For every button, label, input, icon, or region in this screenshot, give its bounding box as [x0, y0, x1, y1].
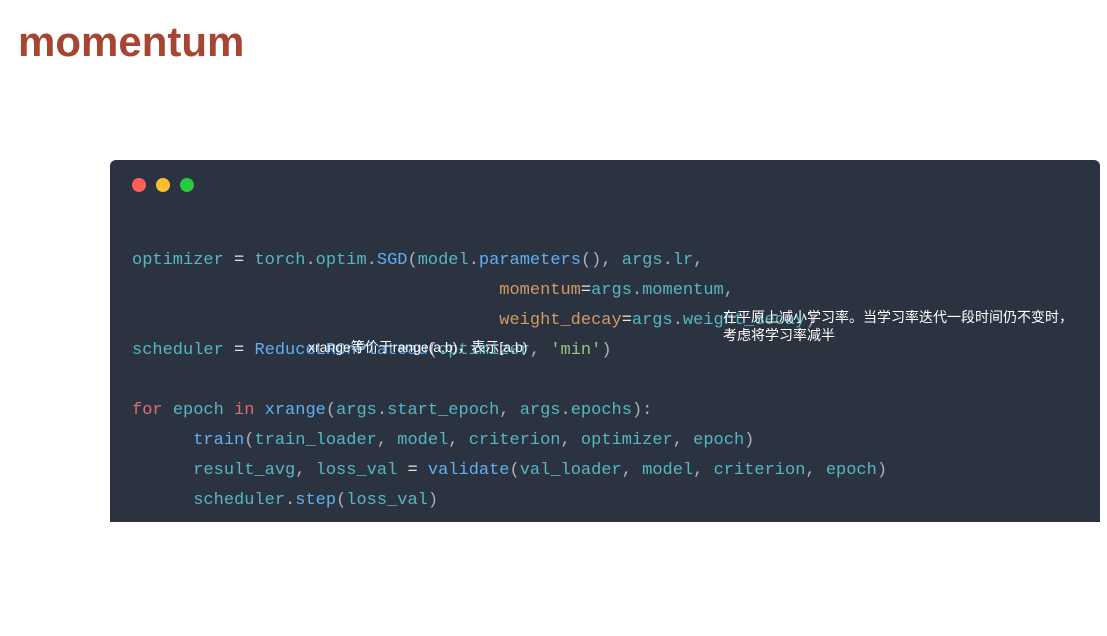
code-token: ): [744, 431, 754, 450]
code-token: optimizer: [581, 431, 673, 450]
code-token: loss_val: [346, 491, 428, 510]
code-token: optimizer: [132, 251, 224, 270]
code-token: ,: [561, 431, 581, 450]
code-token: ,: [622, 461, 642, 480]
code-token: start_epoch: [387, 401, 499, 420]
code-token: ,: [499, 401, 519, 420]
code-token: for: [132, 401, 163, 420]
close-icon: [132, 178, 146, 192]
code-token: .: [367, 251, 377, 270]
code-token: train: [193, 431, 244, 450]
code-token: args: [632, 311, 673, 330]
code-token: .: [377, 401, 387, 420]
code-token: ,: [448, 431, 468, 450]
code-token: ,: [693, 461, 713, 480]
code-token: model: [397, 431, 448, 450]
code-token: val_loader: [520, 461, 622, 480]
code-token: ): [877, 461, 887, 480]
code-token: ,: [295, 461, 315, 480]
code-token: (: [326, 401, 336, 420]
code-token: momentum: [642, 281, 724, 300]
code-block: optimizer = torch.optim.SGD(model.parame…: [132, 216, 1078, 636]
code-token: [163, 401, 173, 420]
code-token: (: [244, 431, 254, 450]
code-token: (: [407, 251, 417, 270]
code-indent: [132, 276, 499, 306]
code-token: ,: [673, 431, 693, 450]
annotation-plateau: 在平原上减小学习率。当学习率迭代一段时间仍不变时，考虑将学习率减半: [723, 308, 1073, 344]
code-token: ):: [632, 401, 652, 420]
code-indent: [132, 306, 499, 336]
code-indent: [132, 486, 193, 516]
code-panel: optimizer = torch.optim.SGD(model.parame…: [110, 160, 1100, 522]
code-token: step: [295, 491, 336, 510]
code-token: momentum: [499, 281, 581, 300]
code-token: .: [663, 251, 673, 270]
minimize-icon: [156, 178, 170, 192]
code-token: criterion: [469, 431, 561, 450]
code-token: (): [581, 251, 601, 270]
code-token: epochs: [571, 401, 632, 420]
code-token: args: [622, 251, 663, 270]
code-token: [254, 401, 264, 420]
code-token: =: [224, 341, 255, 360]
code-token: epoch: [826, 461, 877, 480]
code-token: criterion: [714, 461, 806, 480]
code-token: (: [510, 461, 520, 480]
code-token: ,: [693, 251, 703, 270]
code-token: xrange: [265, 401, 326, 420]
maximize-icon: [180, 178, 194, 192]
code-token: result_avg: [193, 461, 295, 480]
code-token: scheduler: [132, 341, 224, 360]
code-token: ,: [805, 461, 825, 480]
code-indent: [132, 426, 193, 456]
code-token: epoch: [173, 401, 224, 420]
code-token: .: [305, 251, 315, 270]
code-token: .: [673, 311, 683, 330]
code-token: model: [418, 251, 469, 270]
code-token: .: [561, 401, 571, 420]
code-token: weight_decay: [499, 311, 621, 330]
code-token: args: [520, 401, 561, 420]
code-token: SGD: [377, 251, 408, 270]
code-token: train_loader: [254, 431, 376, 450]
code-token: ,: [724, 281, 734, 300]
code-token: =: [397, 461, 428, 480]
code-token: in: [234, 401, 254, 420]
code-token: =: [224, 251, 255, 270]
page-title: momentum: [18, 18, 244, 66]
window-dots: [132, 178, 1078, 192]
code-token: loss_val: [316, 461, 398, 480]
code-token: .: [632, 281, 642, 300]
code-token: .: [469, 251, 479, 270]
code-token: scheduler: [193, 491, 285, 510]
code-token: args: [591, 281, 632, 300]
code-token: ,: [601, 251, 621, 270]
code-token: args: [336, 401, 377, 420]
code-token: =: [622, 311, 632, 330]
code-token: validate: [428, 461, 510, 480]
code-token: [224, 401, 234, 420]
code-token: =: [581, 281, 591, 300]
code-token: parameters: [479, 251, 581, 270]
annotation-xrange: xrange等价于range(a,b)，表示[a,b): [308, 338, 608, 356]
code-token: (: [336, 491, 346, 510]
code-token: lr: [673, 251, 693, 270]
code-token: optim: [316, 251, 367, 270]
code-token: epoch: [693, 431, 744, 450]
code-token: model: [642, 461, 693, 480]
code-token: .: [285, 491, 295, 510]
code-indent: [132, 456, 193, 486]
code-token: ): [428, 491, 438, 510]
code-token: ,: [377, 431, 397, 450]
code-token: torch: [254, 251, 305, 270]
